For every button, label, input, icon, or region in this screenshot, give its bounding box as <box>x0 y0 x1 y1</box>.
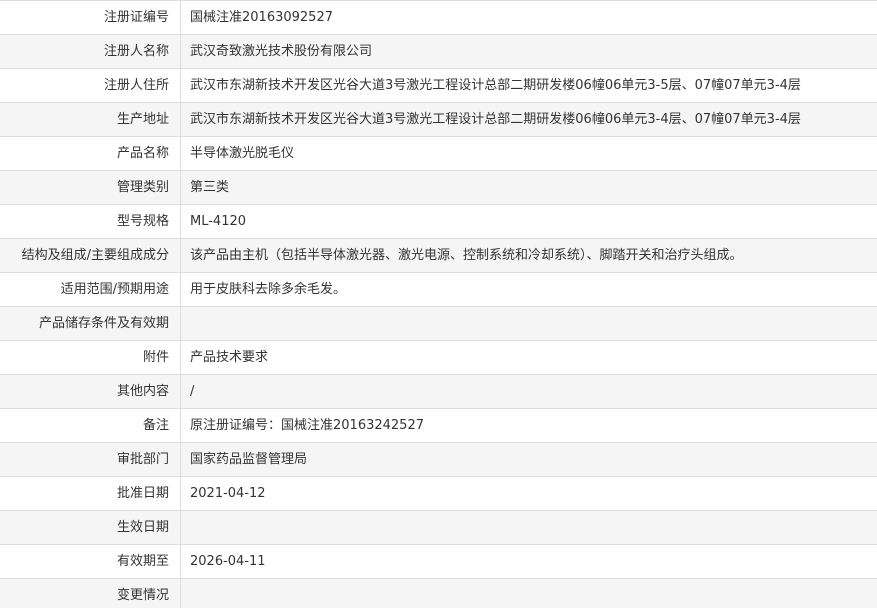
row-product-name: 产品名称 半导体激光脱毛仪 <box>0 137 877 171</box>
field-label: 产品名称 <box>0 137 181 170</box>
field-value: 用于皮肤科去除多余毛发。 <box>190 282 347 297</box>
row-approval-date: 批准日期 2021-04-12 <box>0 477 877 511</box>
field-value: 原注册证编号：国械注准20163242527 <box>190 418 424 433</box>
row-effective-date: 生效日期 <box>0 511 877 545</box>
field-value: ML-4120 <box>190 214 247 229</box>
field-value: 武汉市东湖新技术开发区光谷大道3号激光工程设计总部二期研发楼06幢06单元3-4… <box>190 112 801 127</box>
field-label: 变更情况 <box>0 579 181 608</box>
field-label: 型号规格 <box>0 205 181 238</box>
field-label: 备注 <box>0 409 181 442</box>
field-label: 注册人名称 <box>0 35 181 68</box>
field-value: 该产品由主机（包括半导体激光器、激光电源、控制系统和冷却系统）、脚踏开关和治疗头… <box>190 248 743 263</box>
field-label: 审批部门 <box>0 443 181 476</box>
field-value: 国械注准20163092527 <box>190 10 333 25</box>
row-registrant-name: 注册人名称 武汉奇致激光技术股份有限公司 <box>0 35 877 69</box>
row-other-content: 其他内容 / <box>0 375 877 409</box>
row-management-category: 管理类别 第三类 <box>0 171 877 205</box>
field-label: 产品储存条件及有效期 <box>0 307 181 340</box>
field-label: 批准日期 <box>0 477 181 510</box>
row-registrant-address: 注册人住所 武汉市东湖新技术开发区光谷大道3号激光工程设计总部二期研发楼06幢0… <box>0 69 877 103</box>
field-value: 产品技术要求 <box>190 350 269 365</box>
row-attachment: 附件 产品技术要求 <box>0 341 877 375</box>
field-label: 注册人住所 <box>0 69 181 102</box>
registration-detail-table: 注册证编号 国械注准20163092527 注册人名称 武汉奇致激光技术股份有限… <box>0 0 877 608</box>
row-model-spec: 型号规格 ML-4120 <box>0 205 877 239</box>
row-production-address: 生产地址 武汉市东湖新技术开发区光谷大道3号激光工程设计总部二期研发楼06幢06… <box>0 103 877 137</box>
field-label: 附件 <box>0 341 181 374</box>
field-label: 其他内容 <box>0 375 181 408</box>
row-approval-department: 审批部门 国家药品监督管理局 <box>0 443 877 477</box>
field-value: 第三类 <box>190 180 230 195</box>
row-valid-until: 有效期至 2026-04-11 <box>0 545 877 579</box>
field-value: 国家药品监督管理局 <box>190 452 308 467</box>
field-label: 结构及组成/主要组成成分 <box>0 239 181 272</box>
field-label: 生效日期 <box>0 511 181 544</box>
field-value: 武汉市东湖新技术开发区光谷大道3号激光工程设计总部二期研发楼06幢06单元3-5… <box>190 78 801 93</box>
row-structure-composition: 结构及组成/主要组成成分 该产品由主机（包括半导体激光器、激光电源、控制系统和冷… <box>0 239 877 273</box>
field-label: 生产地址 <box>0 103 181 136</box>
row-storage-validity: 产品储存条件及有效期 <box>0 307 877 341</box>
field-value <box>181 307 877 340</box>
field-value: 2026-04-11 <box>190 554 266 569</box>
row-registration-number: 注册证编号 国械注准20163092527 <box>0 1 877 35</box>
field-label: 适用范围/预期用途 <box>0 273 181 306</box>
field-value: 半导体激光脱毛仪 <box>190 146 295 161</box>
field-value: / <box>190 384 195 399</box>
row-intended-use: 适用范围/预期用途 用于皮肤科去除多余毛发。 <box>0 273 877 307</box>
row-change-history: 变更情况 <box>0 579 877 608</box>
field-label: 注册证编号 <box>0 1 181 34</box>
field-value <box>181 511 877 544</box>
field-label: 管理类别 <box>0 171 181 204</box>
field-value: 2021-04-12 <box>190 486 266 501</box>
row-remarks: 备注 原注册证编号：国械注准20163242527 <box>0 409 877 443</box>
field-value: 武汉奇致激光技术股份有限公司 <box>190 44 373 59</box>
field-value <box>181 579 877 608</box>
field-label: 有效期至 <box>0 545 181 578</box>
